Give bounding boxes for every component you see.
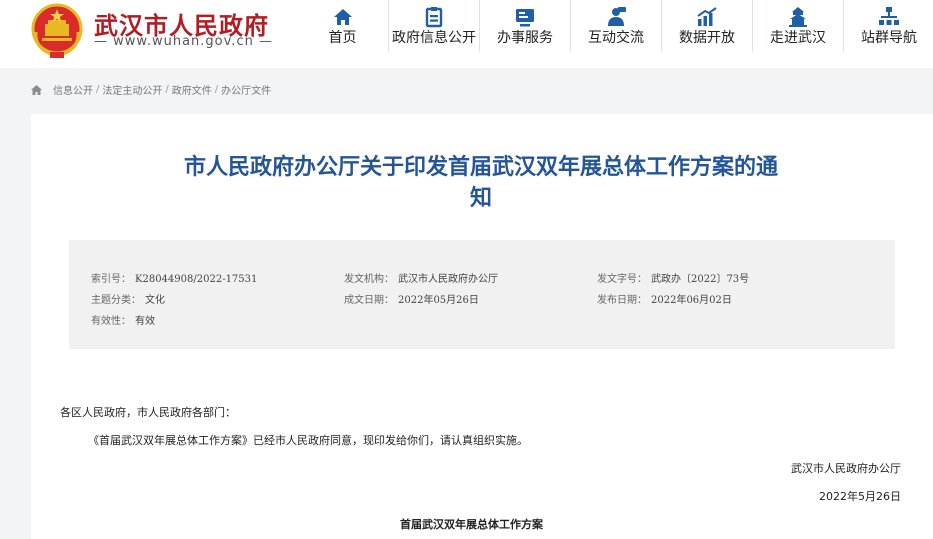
meta-value: 武政办〔2022〕73号 — [651, 274, 750, 285]
meta-label: 发布日期： — [597, 295, 647, 306]
meta-label: 成文日期： — [344, 295, 394, 306]
nav-item-info-disclosure[interactable]: 政府信息公开 — [388, 0, 479, 52]
breadcrumb-separator: / — [165, 84, 169, 95]
meta-doc-number: 发文字号： 武政办〔2022〕73号 — [597, 270, 749, 285]
main-nav: 首页 政府信息公开 办事服务 互动交流 数据开放 走进武汉 站群导航 — [297, 0, 933, 60]
nav-label: 互动交流 — [588, 30, 644, 46]
document-paragraph: 《首届武汉双年展总体工作方案》已经市人民政府同意，现印发给你们，请认真组织实施。 — [88, 434, 528, 447]
breadcrumb-separator: / — [96, 84, 100, 95]
nav-label: 数据开放 — [679, 30, 735, 46]
nav-item-about-wuhan[interactable]: 走进武汉 — [752, 0, 843, 52]
meta-label: 发文字号： — [597, 274, 647, 285]
attachment-title: 首届武汉双年展总体工作方案 — [400, 518, 543, 531]
meta-value: 2022年06月02日 — [651, 295, 732, 306]
site-header: 武汉市人民政府 — www.wuhan.gov.cn — 首页 政府信息公开 办… — [0, 0, 933, 68]
nav-label: 办事服务 — [497, 30, 553, 46]
meta-value: 武汉市人民政府办公厅 — [398, 274, 498, 285]
meta-issuer: 发文机构： 武汉市人民政府办公厅 — [344, 270, 498, 285]
document-salutation: 各区人民政府，市人民政府各部门： — [60, 406, 236, 419]
meta-label: 发文机构： — [344, 274, 394, 285]
nav-item-home[interactable]: 首页 — [297, 0, 388, 52]
landmark-icon — [789, 7, 807, 27]
document-card: 市人民政府办公厅关于印发首届武汉双年展总体工作方案的通 知 索引号： K28044… — [31, 114, 933, 539]
document-date: 2022年5月26日 — [819, 490, 901, 503]
meta-value: 有效 — [135, 316, 155, 327]
nav-label: 站群导航 — [861, 30, 917, 46]
site-url: — www.wuhan.gov.cn — — [94, 34, 273, 49]
document-title-line: 市人民政府办公厅关于印发首届武汉双年展总体工作方案的通 — [183, 154, 778, 180]
meta-label: 有效性： — [91, 316, 131, 327]
meta-value: K28044908/2022-17531 — [135, 274, 258, 285]
nav-item-site-navigation[interactable]: 站群导航 — [843, 0, 933, 52]
meta-label: 主题分类： — [91, 295, 141, 306]
breadcrumb-separator: / — [214, 84, 219, 95]
breadcrumb: 信息公开 / 法定主动公开 / 政府文件 / 办公厅文件 — [30, 82, 271, 97]
meta-value: 2022年05月26日 — [398, 295, 479, 306]
service-icon — [516, 9, 534, 27]
national-emblem-icon[interactable] — [28, 2, 86, 60]
document-signature: 武汉市人民政府办公厅 — [791, 462, 901, 475]
sitemap-icon — [879, 7, 899, 25]
nav-item-open-data[interactable]: 数据开放 — [661, 0, 752, 52]
home-icon[interactable] — [30, 84, 43, 96]
meta-created-date: 成文日期： 2022年05月26日 — [344, 291, 479, 306]
meta-published-date: 发布日期： 2022年06月02日 — [597, 291, 732, 306]
breadcrumb-item[interactable]: 政府文件 — [172, 82, 212, 97]
document-title: 市人民政府办公厅关于印发首届武汉双年展总体工作方案的通 知 — [111, 152, 851, 214]
meta-category: 主题分类： 文化 — [91, 291, 165, 306]
document-title-line: 知 — [469, 185, 492, 211]
breadcrumb-item[interactable]: 法定主动公开 — [102, 82, 162, 97]
info-icon — [425, 7, 443, 28]
data-chart-icon — [697, 7, 717, 26]
meta-label: 索引号： — [91, 274, 131, 285]
meta-validity: 有效性： 有效 — [91, 312, 155, 327]
meta-value: 文化 — [145, 295, 165, 306]
document-metadata: 索引号： K28044908/2022-17531 发文机构： 武汉市人民政府办公厅… — [69, 240, 895, 349]
interaction-icon — [608, 7, 626, 26]
breadcrumb-item[interactable]: 办公厅文件 — [221, 82, 271, 97]
nav-label: 走进武汉 — [770, 30, 826, 46]
meta-index-number: 索引号： K28044908/2022-17531 — [91, 270, 257, 285]
home-icon — [333, 9, 352, 25]
nav-item-services[interactable]: 办事服务 — [479, 0, 570, 52]
nav-label: 政府信息公开 — [392, 30, 476, 46]
nav-label: 首页 — [328, 30, 357, 46]
breadcrumb-item[interactable]: 信息公开 — [53, 82, 93, 97]
nav-item-interaction[interactable]: 互动交流 — [570, 0, 661, 52]
